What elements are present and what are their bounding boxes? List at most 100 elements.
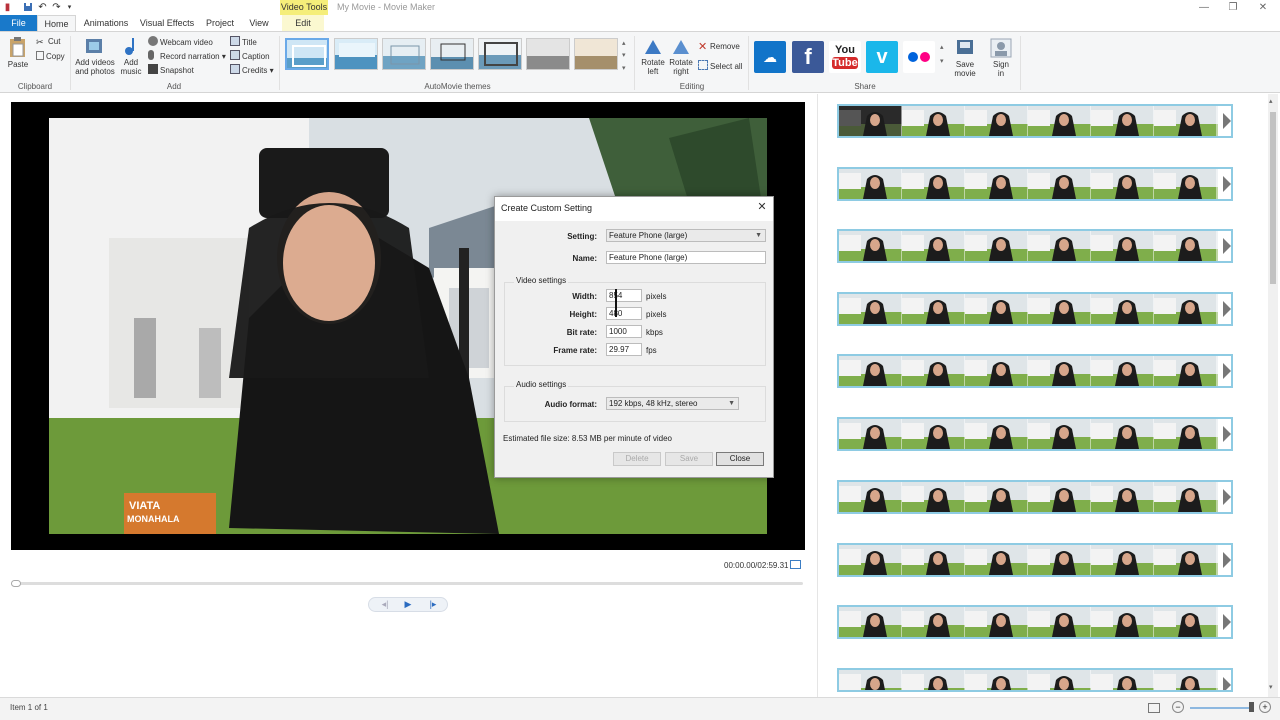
theme-pan-zoom[interactable]: [430, 38, 474, 70]
save-quick-icon[interactable]: [22, 2, 33, 13]
item-count: Item 1 of 1: [10, 703, 48, 712]
theme-contemporary[interactable]: [334, 38, 378, 70]
transition-arrow-icon: [1223, 301, 1231, 317]
clip-thumbnail: [1154, 106, 1218, 136]
logo-line1: VIATA: [129, 500, 161, 512]
tab-project[interactable]: Project: [202, 15, 238, 31]
save-button[interactable]: Save: [665, 452, 713, 466]
tab-view[interactable]: View: [245, 15, 273, 31]
tab-edit[interactable]: Edit: [282, 15, 324, 31]
redo-icon[interactable]: ↷: [51, 2, 62, 13]
facebook-icon[interactable]: f: [792, 41, 824, 73]
scroll-down-arrow[interactable]: ▾: [1269, 683, 1273, 691]
caption-button[interactable]: Caption: [230, 50, 270, 62]
credits-button[interactable]: Credits ▾: [230, 64, 274, 76]
webcam-video-button[interactable]: Webcam video: [148, 36, 213, 48]
storyboard-clip-strip[interactable]: [837, 354, 1233, 388]
storyboard-clip-strip[interactable]: [837, 480, 1233, 514]
storyboard-clip-strip[interactable]: [837, 605, 1233, 639]
storyboard-clip-strip[interactable]: [837, 292, 1233, 326]
zoom-out-icon[interactable]: −: [1172, 701, 1184, 713]
setting-dropdown[interactable]: Feature Phone (large) ▼: [606, 229, 766, 242]
previous-frame-icon[interactable]: ◂|: [375, 598, 395, 611]
youtube-text-2: Tube: [832, 57, 858, 69]
clip-thumbnail: [902, 169, 966, 199]
play-icon[interactable]: ▶: [399, 598, 417, 611]
clip-thumbnail: [1091, 607, 1155, 637]
save-movie-icon: [957, 40, 973, 54]
restore-button[interactable]: ❐: [1218, 0, 1248, 15]
theme-sepia[interactable]: [574, 38, 618, 70]
close-button[interactable]: Close: [716, 452, 764, 466]
zoom-slider-thumb[interactable]: [1249, 702, 1254, 712]
sign-in-button[interactable]: Sign in: [987, 38, 1015, 78]
theme-cinematic[interactable]: [478, 38, 522, 70]
storyboard-clip-strip[interactable]: [837, 417, 1233, 451]
setting-label: Setting:: [567, 232, 597, 241]
share-scroll-up[interactable]: ▴: [940, 42, 944, 54]
snapshot-button[interactable]: Snapshot: [148, 64, 194, 76]
storyboard-clip-strip[interactable]: [837, 668, 1233, 692]
storyboard-clip-strip[interactable]: [837, 543, 1233, 577]
audio-format-dropdown[interactable]: 192 kbps, 48 kHz, stereo ▼: [606, 397, 739, 410]
music-note-icon: [125, 38, 134, 55]
minimize-button[interactable]: —: [1189, 0, 1219, 15]
dialog-close-icon[interactable]: ✕: [755, 200, 769, 214]
tab-animations[interactable]: Animations: [80, 15, 132, 31]
seek-bar[interactable]: [11, 582, 803, 585]
seek-handle[interactable]: [11, 580, 21, 587]
cut-button[interactable]: ✂ Cut: [36, 36, 60, 48]
rotate-left-button[interactable]: Rotate left: [640, 38, 666, 76]
title-label: Title: [242, 38, 257, 47]
tab-home[interactable]: Home: [37, 15, 76, 31]
themes-scroll-down[interactable]: ▾: [622, 50, 626, 62]
rotate-right-button[interactable]: Rotate right: [668, 38, 694, 76]
paste-button[interactable]: Paste: [4, 36, 32, 69]
zoom-in-icon[interactable]: +: [1259, 701, 1271, 713]
storyboard-clip-strip[interactable]: [837, 104, 1233, 138]
tab-visual-effects[interactable]: Visual Effects: [138, 15, 196, 31]
vimeo-icon[interactable]: v: [866, 41, 898, 73]
storyboard-scroll-thumb[interactable]: [1270, 112, 1276, 284]
themes-more[interactable]: ▾: [622, 63, 626, 75]
save-movie-button[interactable]: Save movie: [950, 38, 980, 78]
next-frame-icon[interactable]: |▸: [423, 598, 443, 611]
height-input[interactable]: [606, 307, 642, 320]
title-button[interactable]: Title: [230, 36, 257, 48]
flickr-icon[interactable]: [903, 41, 935, 73]
add-videos-button[interactable]: Add videos and photos: [74, 36, 116, 76]
tab-file[interactable]: File: [0, 15, 37, 31]
delete-button[interactable]: Delete: [613, 452, 661, 466]
theme-black-white[interactable]: [526, 38, 570, 70]
fullscreen-icon[interactable]: [790, 560, 801, 569]
clip-thumbnail: [965, 169, 1029, 199]
copy-button[interactable]: Copy: [36, 51, 65, 63]
remove-button[interactable]: ✕ Remove: [698, 41, 740, 53]
storyboard-clip-strip[interactable]: [837, 167, 1233, 201]
zoom-slider[interactable]: [1190, 707, 1252, 709]
chevron-down-icon: ▼: [755, 232, 762, 239]
record-narration-button[interactable]: Record narration ▾: [148, 50, 226, 62]
thumbnail-size-icon[interactable]: [1148, 703, 1160, 713]
clip-thumbnail: [839, 545, 903, 575]
pane-divider[interactable]: [817, 94, 818, 697]
customize-toolbar-icon[interactable]: ▾: [64, 2, 75, 13]
theme-default[interactable]: [285, 38, 329, 70]
add-music-button[interactable]: Add music: [117, 36, 145, 76]
theme-fade[interactable]: [382, 38, 426, 70]
name-input[interactable]: [606, 251, 766, 264]
onedrive-icon[interactable]: ☁: [754, 41, 786, 73]
close-window-button[interactable]: ✕: [1248, 0, 1278, 15]
width-input[interactable]: [606, 289, 642, 302]
themes-scroll-up[interactable]: ▴: [622, 38, 626, 50]
storyboard-clip-strip[interactable]: [837, 229, 1233, 263]
height-label: Height:: [569, 310, 597, 319]
framerate-input[interactable]: [606, 343, 642, 356]
bitrate-input[interactable]: [606, 325, 642, 338]
scroll-up-arrow[interactable]: ▴: [1269, 97, 1273, 105]
clip-thumbnail: [965, 482, 1029, 512]
share-more[interactable]: ▾: [940, 56, 944, 68]
select-all-button[interactable]: Select all: [698, 60, 742, 72]
youtube-icon[interactable]: You Tube: [829, 41, 861, 73]
undo-icon[interactable]: ↶: [37, 2, 48, 13]
